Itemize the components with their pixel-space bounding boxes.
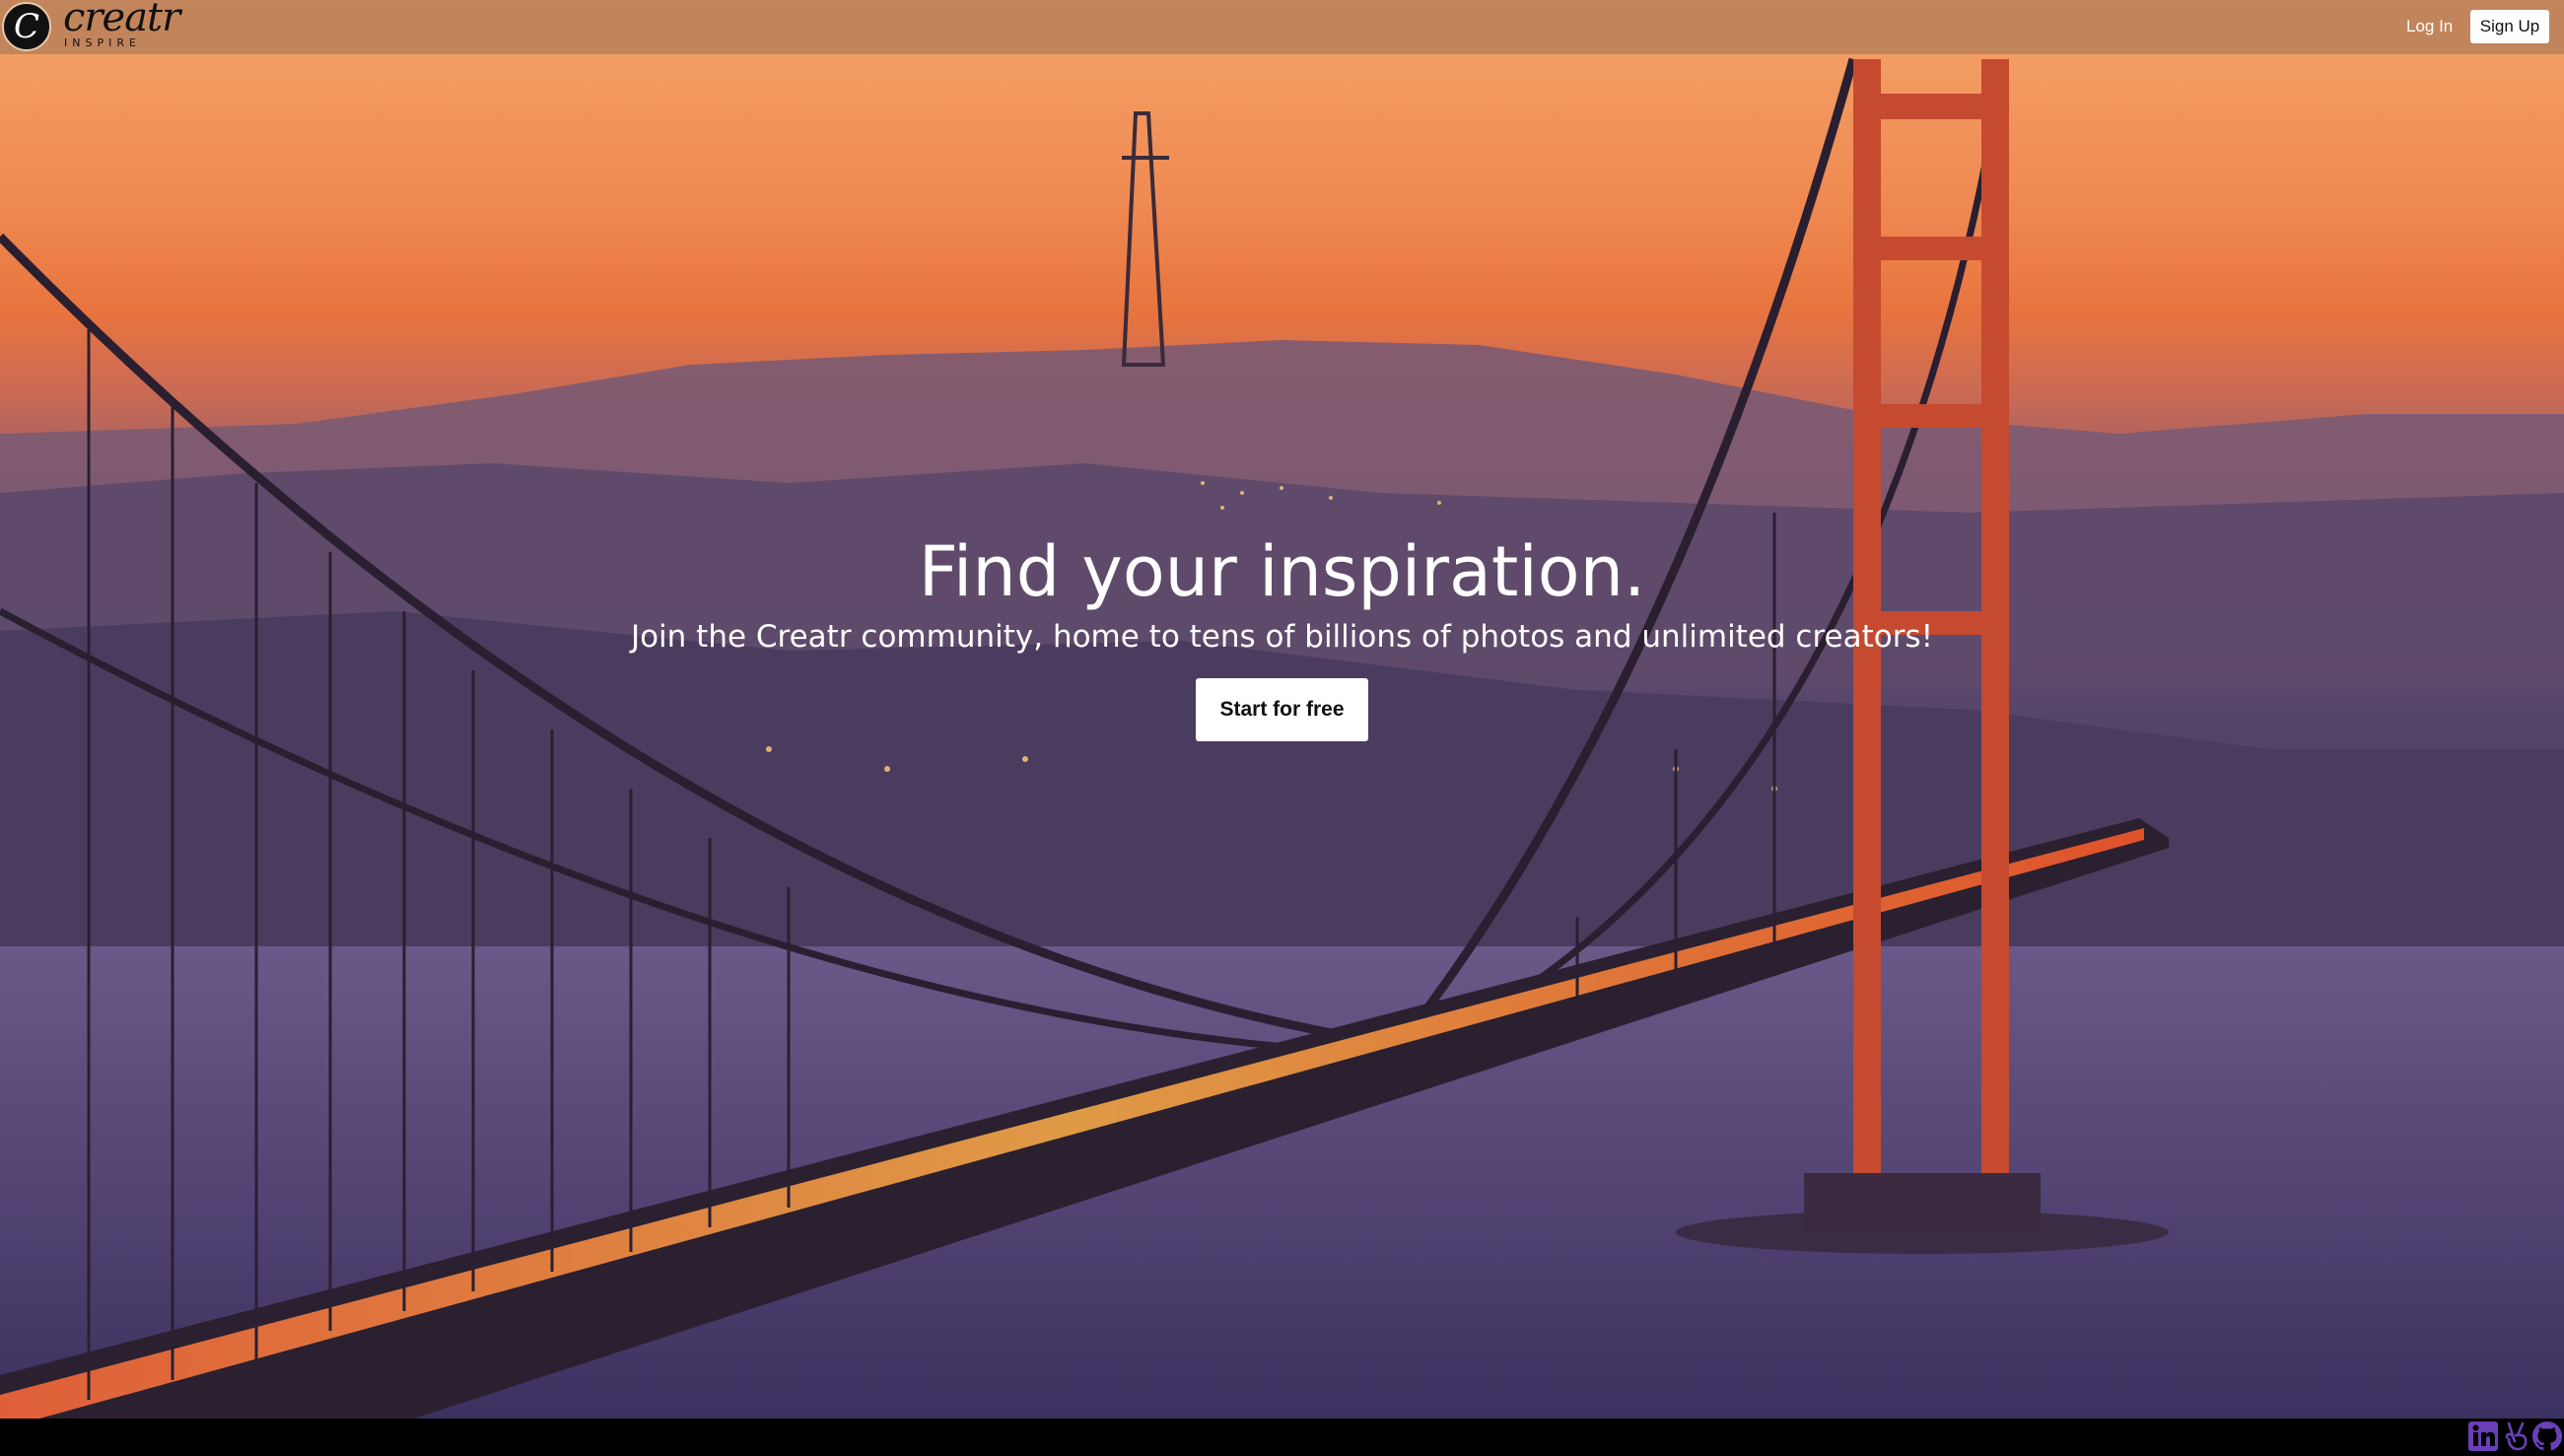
footer-bar: [0, 1419, 2564, 1456]
page: C creatr INSPIRE Log In Sign Up Find you…: [0, 0, 2564, 1456]
logo-letter: C: [13, 7, 39, 46]
brand-logo[interactable]: C creatr INSPIRE: [0, 0, 180, 54]
hero-subheadline: Join the Creatr community, home to tens …: [630, 619, 1934, 655]
logo-badge-icon: C: [2, 2, 51, 51]
linkedin-icon[interactable]: [2466, 1420, 2500, 1453]
login-link[interactable]: Log In: [2406, 16, 2453, 37]
brand-tagline: INSPIRE: [64, 36, 141, 49]
github-icon[interactable]: [2530, 1420, 2564, 1453]
start-for-free-button[interactable]: Start for free: [1196, 678, 1368, 741]
signup-button[interactable]: Sign Up: [2470, 10, 2549, 43]
top-navbar: C creatr INSPIRE Log In Sign Up: [0, 0, 2564, 54]
angellist-icon[interactable]: [2499, 1420, 2532, 1453]
brand-name: creatr: [63, 0, 180, 40]
hero-headline: Find your inspiration.: [918, 531, 1646, 612]
